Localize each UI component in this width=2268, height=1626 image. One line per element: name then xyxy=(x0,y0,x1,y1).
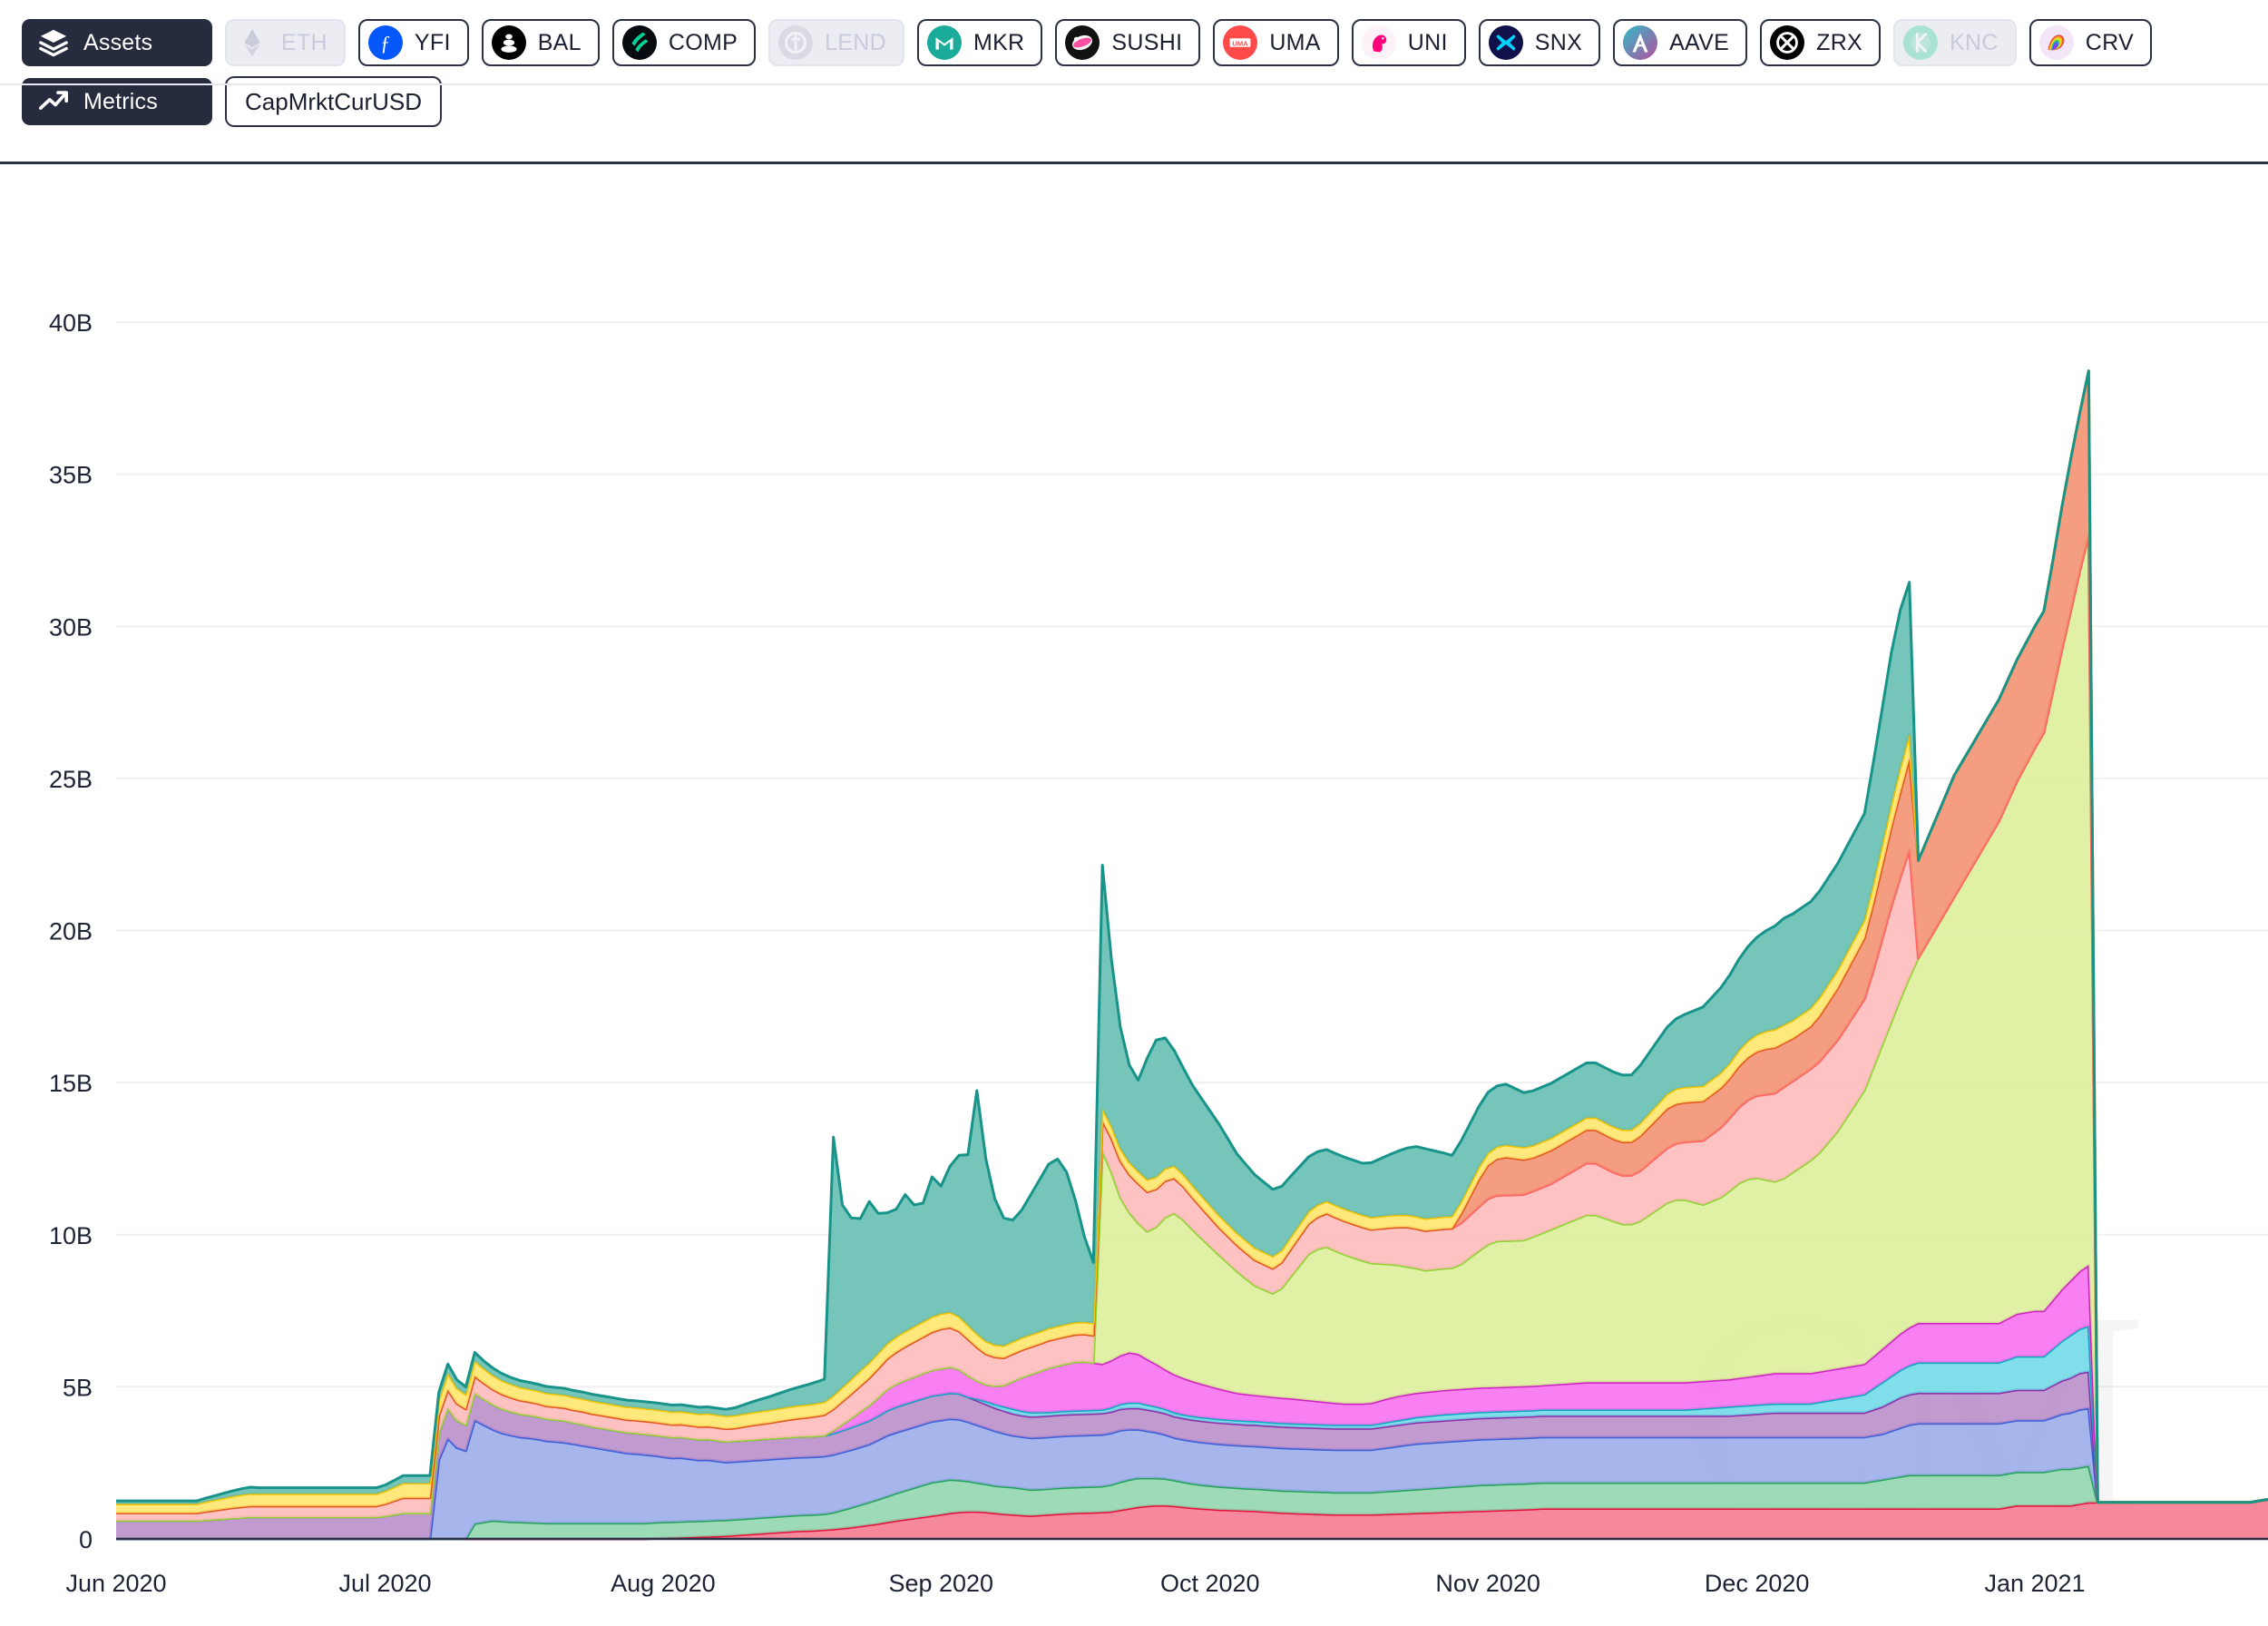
zrx-coin-icon xyxy=(1770,25,1805,60)
asset-button-zrx[interactable]: ZRX xyxy=(1760,19,1882,66)
y-axis-tick-label: 30B xyxy=(49,613,93,641)
uni-coin-icon xyxy=(1361,25,1396,60)
y-axis-tick-label: 10B xyxy=(49,1222,93,1249)
lend-coin-icon xyxy=(778,25,814,60)
asset-button-snx[interactable]: SNX xyxy=(1478,19,1601,66)
asset-label-uma: UMA xyxy=(1269,29,1321,55)
assets-category-label: Assets xyxy=(83,29,153,55)
y-axis-tick-label: 0 xyxy=(79,1526,93,1553)
metrics-row: Metrics CapMrktCurUSD xyxy=(0,71,2268,132)
x-axis-tick-label: Dec 2020 xyxy=(1705,1570,1810,1597)
asset-button-mkr[interactable]: MKR xyxy=(916,19,1043,66)
asset-label-bal: BAL xyxy=(537,29,582,55)
asset-label-knc: KNC xyxy=(1950,29,1999,55)
snx-coin-icon xyxy=(1488,25,1523,60)
eth-coin-icon xyxy=(235,25,269,60)
asset-label-mkr: MKR xyxy=(973,29,1025,55)
yfi-coin-icon: ƒ xyxy=(367,25,403,60)
metrics-category-label: Metrics xyxy=(83,88,158,114)
asset-label-yfi: YFI xyxy=(414,29,451,55)
x-axis-tick-label: Oct 2020 xyxy=(1160,1570,1260,1597)
asset-label-snx: SNX xyxy=(1534,29,1583,55)
asset-label-lend: LEND xyxy=(825,29,886,55)
x-axis-tick-label: Aug 2020 xyxy=(611,1570,716,1597)
asset-label-zrx: ZRX xyxy=(1816,29,1863,55)
asset-label-comp: COMP xyxy=(668,29,738,55)
asset-button-list: ETH ƒ YFI BAL COMP LEND MKR SUSHI UMA UMA UNI SNX AA… xyxy=(225,19,2152,66)
trending-up-icon xyxy=(38,91,69,110)
uma-coin-icon: UMA xyxy=(1223,25,1258,60)
asset-button-lend[interactable]: LEND xyxy=(768,19,904,66)
y-axis-tick-label: 5B xyxy=(63,1374,93,1401)
asset-button-eth[interactable]: ETH xyxy=(225,19,346,66)
comp-coin-icon xyxy=(621,25,657,60)
x-axis-tick-label: Jan 2021 xyxy=(1984,1570,2085,1597)
x-axis-tick-label: Sep 2020 xyxy=(888,1570,993,1597)
x-axis-tick-label: Jul 2020 xyxy=(338,1570,431,1597)
asset-button-yfi[interactable]: ƒ YFI xyxy=(357,19,469,66)
asset-button-comp[interactable]: COMP xyxy=(611,19,757,66)
svg-text:UMA: UMA xyxy=(1233,39,1249,47)
asset-button-bal[interactable]: BAL xyxy=(481,19,600,66)
y-axis-tick-label: 35B xyxy=(49,462,93,489)
stacked-area-chart[interactable]: 05B10B15B20B25B30B35B40BCMJun 2020Jul 20… xyxy=(0,164,2268,1626)
x-axis-tick-label: Jun 2020 xyxy=(65,1570,166,1597)
assets-row: Assets ETH ƒ YFI BAL COMP LEND MKR SUSHI UMA UMA U… xyxy=(0,15,2268,71)
crv-coin-icon xyxy=(2038,25,2074,60)
sushi-coin-icon xyxy=(1065,25,1100,60)
aave-coin-icon xyxy=(1623,25,1658,60)
asset-button-uni[interactable]: UNI xyxy=(1351,19,1466,66)
bal-coin-icon xyxy=(491,25,526,60)
y-axis-tick-label: 40B xyxy=(49,309,93,337)
layers-icon xyxy=(39,29,68,57)
toolbar: Assets ETH ƒ YFI BAL COMP LEND MKR SUSHI UMA UMA U… xyxy=(0,0,2268,164)
toolbar-divider xyxy=(0,83,2268,85)
asset-button-sushi[interactable]: SUSHI xyxy=(1055,19,1201,66)
asset-button-crv[interactable]: CRV xyxy=(2028,19,2152,66)
asset-button-knc[interactable]: KNC xyxy=(1893,19,2017,66)
y-axis-tick-label: 25B xyxy=(49,766,93,793)
asset-label-sushi: SUSHI xyxy=(1111,29,1183,55)
asset-button-uma[interactable]: UMA UMA xyxy=(1213,19,1339,66)
asset-label-crv: CRV xyxy=(2085,29,2134,55)
y-axis-tick-label: 20B xyxy=(49,918,93,945)
x-axis-tick-label: Nov 2020 xyxy=(1435,1570,1540,1597)
chart-canvas[interactable]: 05B10B15B20B25B30B35B40BCMJun 2020Jul 20… xyxy=(0,164,2268,1626)
svg-text:ƒ: ƒ xyxy=(380,33,390,55)
asset-button-aave[interactable]: AAVE xyxy=(1613,19,1748,66)
knc-coin-icon xyxy=(1903,25,1939,60)
mkr-coin-icon xyxy=(926,25,962,60)
assets-category-button[interactable]: Assets xyxy=(22,19,212,66)
y-axis-tick-label: 15B xyxy=(49,1070,93,1097)
asset-label-aave: AAVE xyxy=(1669,29,1730,55)
asset-label-uni: UNI xyxy=(1407,29,1448,55)
asset-label-eth: ETH xyxy=(281,29,327,55)
